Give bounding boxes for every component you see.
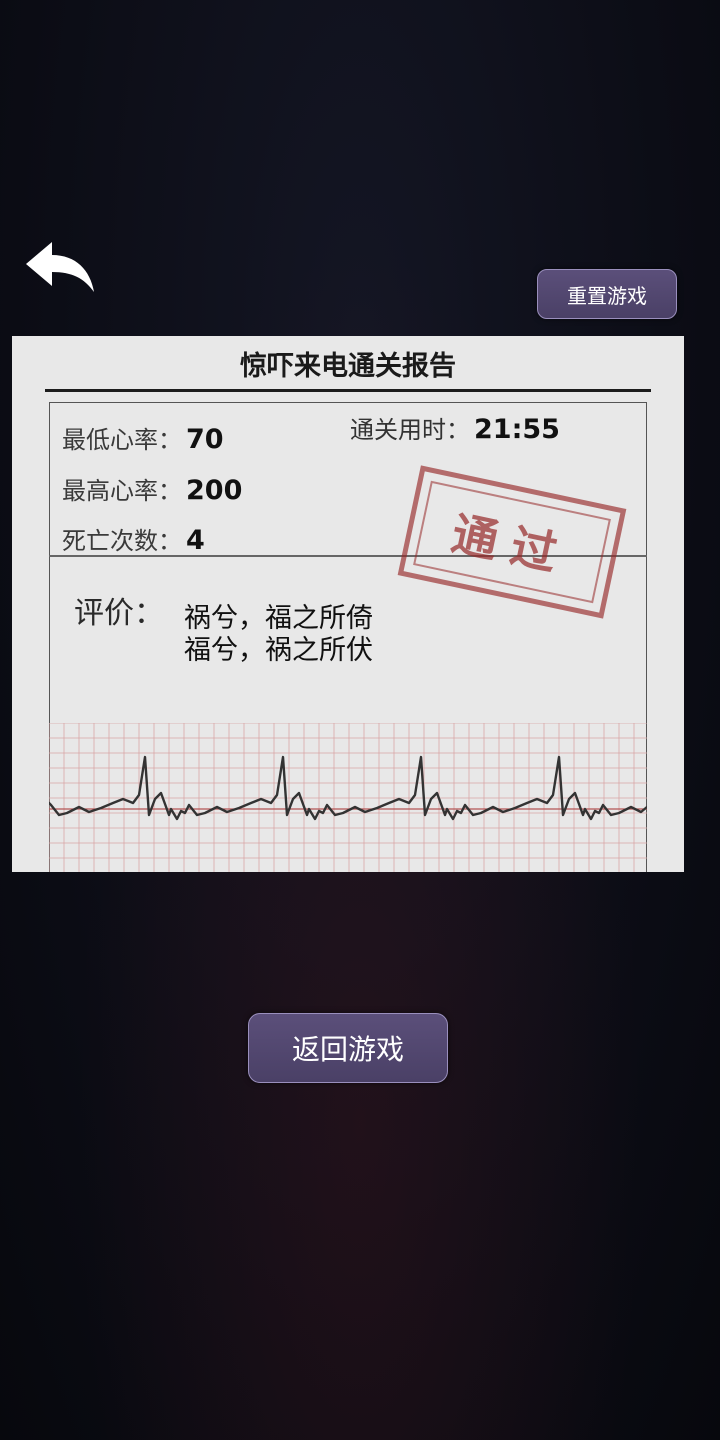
min-heart-rate-label: 最低心率： xyxy=(62,426,182,454)
evaluation-label: 评价： xyxy=(74,596,164,631)
ecg-grid xyxy=(49,723,647,872)
death-count-row: 死亡次数： 4 xyxy=(62,521,205,556)
stamp-text: 通过 xyxy=(447,506,576,584)
max-heart-rate-label: 最高心率： xyxy=(62,477,182,505)
min-heart-rate-value: 70 xyxy=(186,424,224,455)
clear-time-row: 通关用时： 21:55 xyxy=(350,410,560,445)
reset-game-button[interactable]: 重置游戏 xyxy=(537,269,677,319)
return-to-game-label: 返回游戏 xyxy=(291,1033,404,1066)
clear-time-label: 通关用时： xyxy=(350,416,470,444)
ecg-chart xyxy=(49,723,647,872)
report-title: 惊吓来电通关报告 xyxy=(240,351,456,382)
min-heart-rate-row: 最低心率： 70 xyxy=(62,420,224,455)
reset-game-label: 重置游戏 xyxy=(567,283,647,308)
return-to-game-button[interactable]: 返回游戏 xyxy=(248,1013,448,1083)
death-count-label: 死亡次数： xyxy=(62,527,182,555)
clear-time-value: 21:55 xyxy=(474,414,560,445)
max-heart-rate-value: 200 xyxy=(186,475,243,506)
death-count-value: 4 xyxy=(186,525,205,556)
title-divider xyxy=(45,389,651,392)
back-arrow-icon[interactable] xyxy=(24,240,98,298)
evaluation-line-2: 福兮，祸之所伏 xyxy=(184,635,373,666)
clear-report-card: 惊吓来电通关报告 最低心率： 70 最高心率： 200 死亡次数： 4 通关用时… xyxy=(12,336,684,872)
max-heart-rate-row: 最高心率： 200 xyxy=(62,471,242,506)
